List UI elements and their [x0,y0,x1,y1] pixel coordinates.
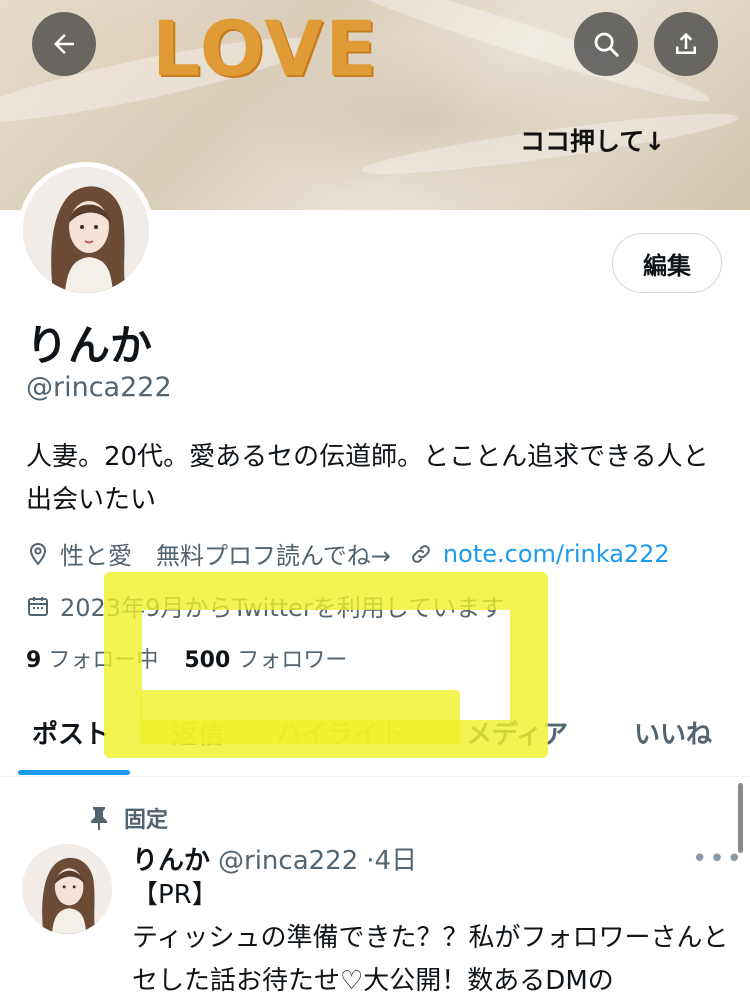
followers-link[interactable]: 500 フォロワー [184,642,347,674]
link-icon [409,542,433,566]
post-header: りんか @rinca222 ·4日 [132,840,417,877]
profile-handle: @rinca222 [26,372,172,403]
tab-replies[interactable]: 返信 [172,714,224,751]
following-count: 9 [26,648,42,673]
tab-likes[interactable]: いいね [634,714,712,751]
followers-count: 500 [184,648,231,673]
profile-avatar[interactable] [18,162,154,298]
banner-love-text: LOVE [152,4,380,93]
followers-label: フォロワー [237,648,348,673]
active-tab-indicator [18,770,130,775]
pinned-indicator: 固定 [88,802,168,834]
follow-stats: 9 フォロー中 500 フォロワー [26,642,347,674]
share-button[interactable] [654,12,718,76]
arrow-left-icon [54,34,74,54]
post-line-1: 【PR】 [132,880,218,910]
following-label: フォロー中 [48,648,159,673]
post-line-2: ティッシュの準備できた？？私がフォロワーさんとセした話お待たせ♡大公開！数あるD… [132,923,729,996]
tab-media[interactable]: メディア [466,714,568,751]
profile-joined: 2023年9月からTwitterを利用しています [60,594,505,622]
search-icon [594,32,619,57]
pin-icon [88,805,110,831]
back-button[interactable] [32,12,96,76]
pinned-label: 固定 [124,808,169,833]
profile-tabs: ポスト 返信 ハイライト メディア いいね [0,700,750,777]
tab-posts[interactable]: ポスト [32,714,110,751]
tab-highlights[interactable]: ハイライト [276,714,405,751]
profile-location: 性と愛 無料プロフ読んでね→ [60,542,391,570]
post-body[interactable]: 【PR】 ティッシュの準備できた？？私がフォロワーさんとセした話お待たせ♡大公開… [132,874,732,1003]
profile-name: りんか [26,321,153,370]
post-author-avatar[interactable] [22,844,112,934]
annotation-text: ココ押して↓ [520,127,666,156]
scrollbar[interactable] [738,783,743,853]
post-more-button[interactable]: ••• [692,844,744,874]
profile-meta-row: 性と愛 無料プロフ読んでね→ note.com/rinka222 [26,536,670,571]
location-icon [26,542,50,566]
post-author-handle: @rinca222 [218,846,359,876]
post-time[interactable]: ·4日 [366,840,417,877]
profile-website-link[interactable]: note.com/rinka222 [443,540,670,568]
edit-profile-button[interactable]: 編集 [612,233,722,293]
search-button[interactable] [574,12,638,76]
avatar-image [23,167,149,293]
profile-joined-row: 2023年9月からTwitterを利用しています [26,588,504,623]
calendar-icon [26,594,50,618]
share-icon [676,32,696,54]
profile-bio: 人妻。20代。愛あるセの伝道師。とことん追求できる人と出会いたい [26,442,709,515]
following-link[interactable]: 9 フォロー中 [26,642,158,674]
post-author-name[interactable]: りんか [132,840,210,877]
